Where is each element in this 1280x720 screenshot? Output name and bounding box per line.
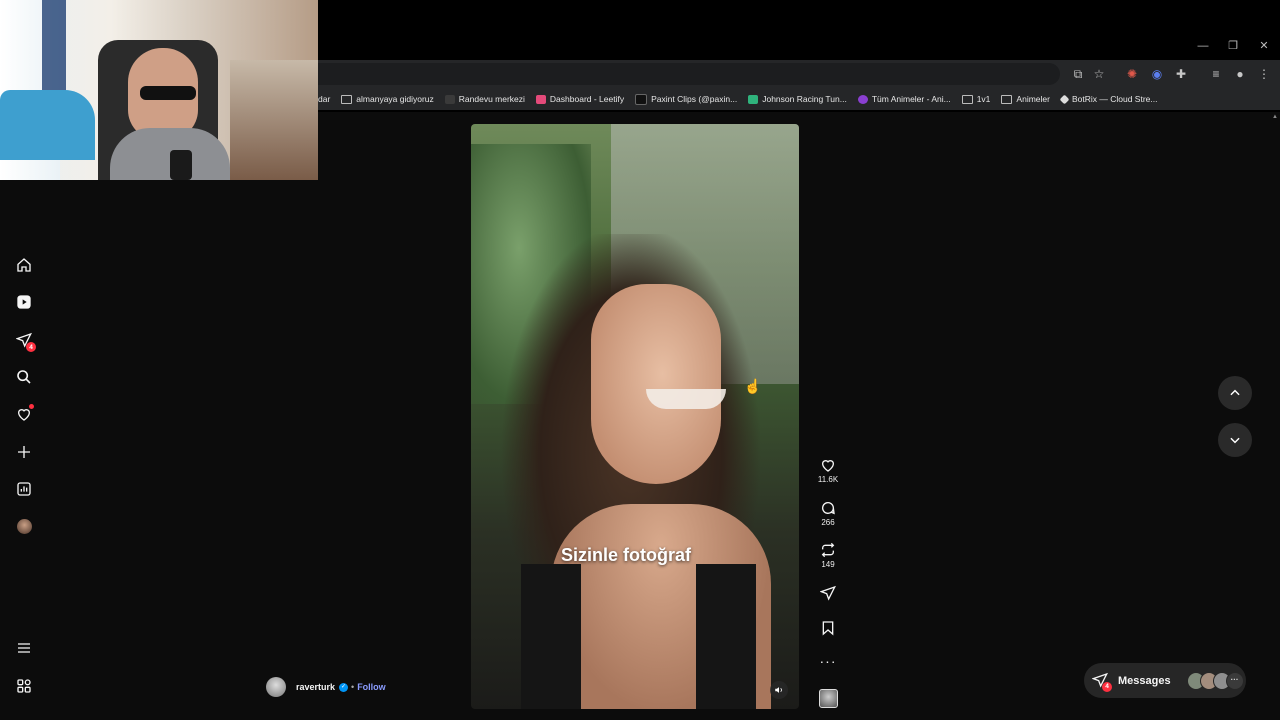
search-icon[interactable]	[12, 365, 36, 389]
bookmark-label: Tüm Animeler - Ani...	[871, 94, 951, 104]
restore-icon[interactable]: ❐	[1222, 38, 1244, 54]
bookmark-label: Paxint Clips (@paxin...	[651, 94, 738, 104]
profile-icon[interactable]: ●	[1232, 66, 1248, 82]
bookmark-label: dar	[318, 94, 331, 104]
bookmark-item[interactable]: almanyaya gidiyoruz	[341, 94, 434, 104]
author-avatar[interactable]	[266, 677, 286, 697]
bookmark-label: 1v1	[976, 94, 991, 104]
bookmark-label: Animeler	[1016, 94, 1050, 104]
messages-label: Messages	[1118, 674, 1171, 687]
extension-icon[interactable]: ✺	[1124, 66, 1140, 82]
repost-count: 149	[821, 560, 835, 569]
recent-contacts: ···	[1186, 671, 1244, 690]
repost-icon[interactable]	[820, 542, 836, 558]
more-options-icon[interactable]: ···	[813, 654, 843, 668]
share-action[interactable]	[813, 585, 843, 601]
more-contacts-icon: ···	[1225, 671, 1244, 690]
bookmarks-bar: dar almanyaya gidiyoruz Randevu merkezi …	[318, 88, 1280, 110]
folder-icon	[961, 94, 973, 104]
bookmark-label: Randevu merkezi	[458, 94, 525, 104]
messages-badge: 4	[1102, 681, 1112, 692]
audio-thumbnail[interactable]	[813, 689, 843, 708]
reel-author-row: raverturk ✓ • Follow	[266, 677, 386, 697]
notifications-heart-icon[interactable]	[12, 402, 36, 426]
minimize-icon[interactable]: —	[1192, 38, 1214, 54]
messages-pill-icon: 4	[1091, 672, 1112, 692]
install-app-icon[interactable]: ⧉	[1070, 66, 1086, 82]
close-icon[interactable]: ✕	[1253, 38, 1275, 54]
folder-icon	[341, 94, 353, 104]
scrollbar-up-icon[interactable]: ▲	[1272, 114, 1278, 122]
site-icon	[748, 94, 759, 104]
bookmark-item[interactable]: Dashboard - Leetify	[535, 94, 625, 104]
follow-button[interactable]: Follow	[357, 682, 386, 692]
comment-action[interactable]: 266	[813, 500, 843, 527]
dashboard-icon[interactable]	[12, 477, 36, 501]
profile-avatar[interactable]	[12, 514, 36, 538]
leetify-icon	[535, 94, 546, 104]
messages-button[interactable]: 4 Messages ···	[1084, 663, 1246, 698]
site-icon	[857, 94, 868, 104]
volume-icon[interactable]	[770, 681, 788, 699]
bookmark-label: Dashboard - Leetify	[549, 94, 625, 104]
more-menu-icon[interactable]	[12, 636, 36, 660]
extensions-puzzle-icon[interactable]: ✚	[1173, 66, 1189, 82]
bookmark-label: Johnson Racing Tun...	[762, 94, 847, 104]
separator-dot: •	[351, 682, 355, 692]
bookmark-item[interactable]: Tüm Animeler - Ani...	[857, 94, 951, 104]
bookmark-icon[interactable]	[820, 620, 836, 636]
like-action[interactable]: 11.6K	[813, 457, 843, 484]
bookmark-label: BotRix — Cloud Stre...	[1071, 94, 1158, 104]
video-caption: Sizinle fotoğraf	[561, 545, 691, 565]
media-controls-icon[interactable]: ≡	[1208, 66, 1224, 82]
reel-video[interactable]	[471, 124, 799, 709]
menu-kebab-icon[interactable]: ⋮	[1256, 66, 1272, 82]
botrix-icon	[1059, 94, 1070, 104]
comment-count: 266	[821, 518, 835, 527]
folder-icon	[1001, 94, 1013, 104]
chevron-down-icon	[1230, 437, 1240, 444]
webcam-overlay	[0, 0, 318, 180]
bookmark-item[interactable]: Paxint Clips (@paxin...	[635, 93, 738, 105]
comment-icon[interactable]	[820, 500, 836, 516]
save-action[interactable]	[813, 620, 843, 636]
share-icon[interactable]	[820, 585, 836, 601]
bookmark-item[interactable]: dar	[318, 94, 330, 104]
bookmark-item[interactable]: Randevu merkezi	[444, 94, 525, 104]
repost-action[interactable]: 149	[813, 542, 843, 569]
verified-badge-icon: ✓	[339, 682, 349, 692]
create-plus-icon[interactable]	[12, 440, 36, 464]
next-reel-button[interactable]	[1218, 423, 1252, 457]
bookmark-item[interactable]: BotRix — Cloud Stre...	[1059, 94, 1158, 104]
like-count: 11.6K	[817, 475, 839, 484]
bookmark-item[interactable]: Animeler	[1001, 94, 1050, 104]
bookmark-item[interactable]: 1v1	[961, 94, 991, 104]
site-icon	[444, 94, 455, 104]
also-from-meta-icon[interactable]	[12, 674, 36, 698]
chevron-up-icon	[1230, 389, 1240, 396]
bookmark-star-icon[interactable]: ☆	[1091, 66, 1107, 82]
reels-icon[interactable]	[12, 290, 36, 314]
heart-icon[interactable]	[820, 457, 836, 473]
notification-dot	[29, 404, 34, 409]
home-icon[interactable]	[12, 253, 36, 277]
address-bar[interactable]	[318, 63, 1060, 85]
tiktok-icon	[635, 93, 648, 105]
extension-icon[interactable]: ◉	[1149, 66, 1165, 82]
mouse-cursor-icon: ☝	[744, 378, 762, 394]
bookmark-label: almanyaya gidiyoruz	[356, 94, 434, 104]
previous-reel-button[interactable]	[1218, 376, 1252, 410]
bookmark-item[interactable]: Johnson Racing Tun...	[748, 94, 847, 104]
messages-icon[interactable]: 4	[12, 328, 36, 352]
author-username[interactable]: raverturk	[296, 682, 335, 692]
messages-badge: 4	[26, 342, 36, 352]
